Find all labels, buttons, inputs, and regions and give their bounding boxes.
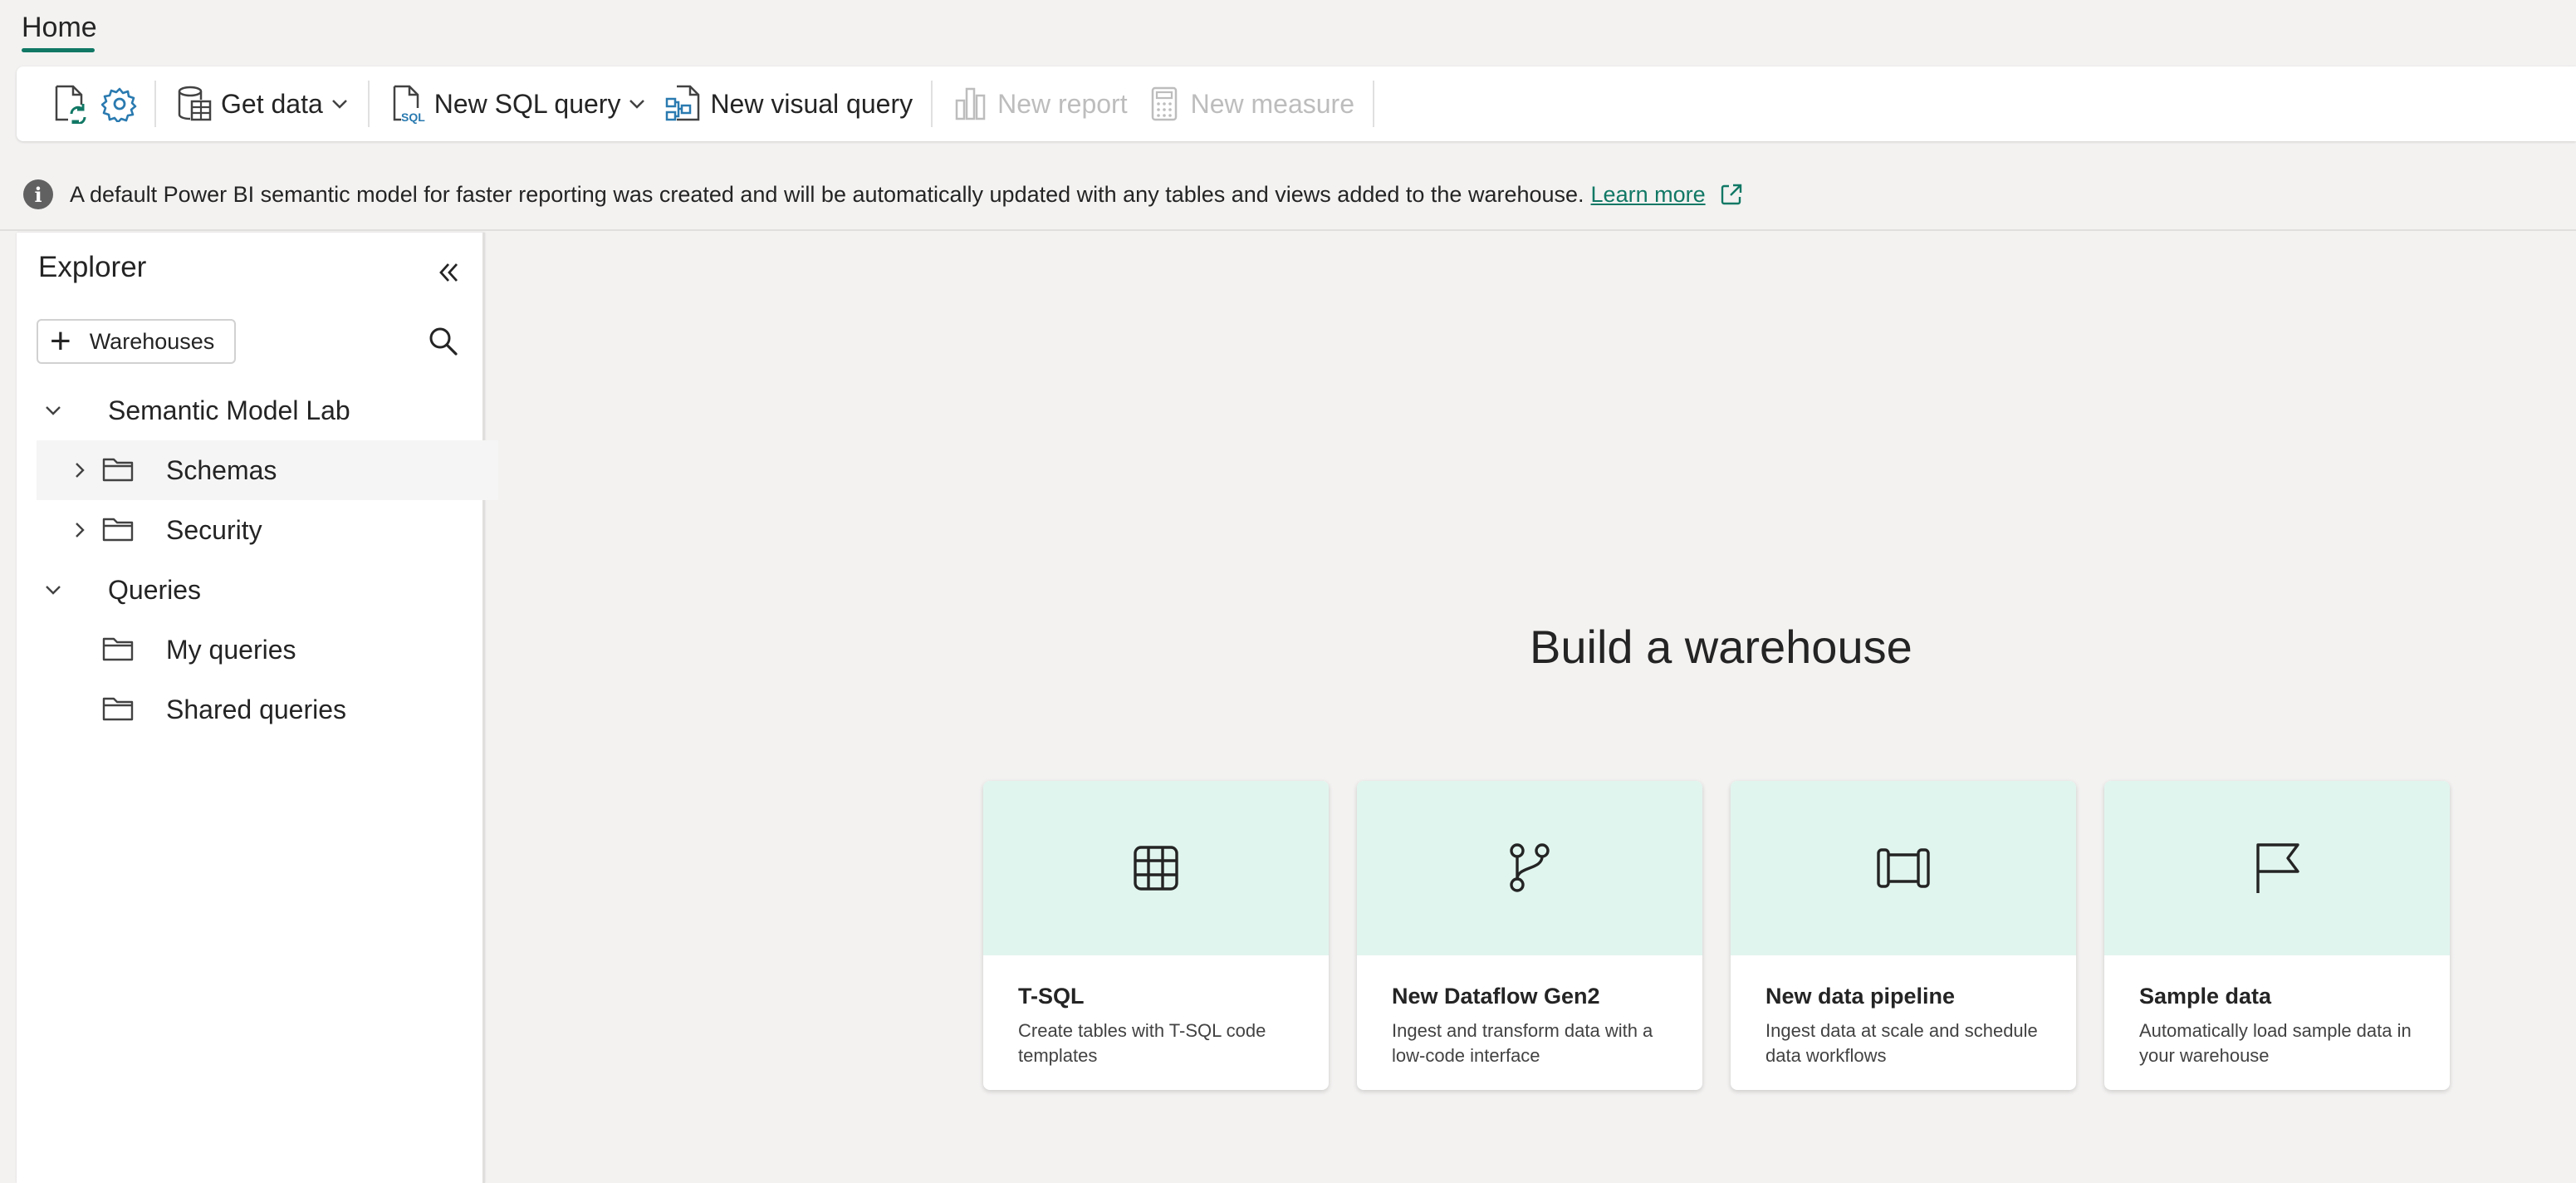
card-description: Create tables with T-SQL code templates: [1018, 1020, 1266, 1066]
card-title: T-SQL: [1018, 984, 1085, 1009]
card-banner: [1731, 781, 2076, 955]
chevron-down-icon: [46, 586, 61, 595]
refresh-button[interactable]: [45, 77, 95, 130]
divider: [0, 229, 2576, 231]
visual-query-icon: [664, 84, 703, 124]
tree-item-label: Shared queries: [166, 695, 347, 724]
dataflow-icon: [1510, 843, 1550, 892]
tree-item-label: Security: [166, 515, 262, 545]
sql-file-icon: SQL: [388, 84, 428, 124]
table-grid-icon: [1134, 846, 1178, 891]
add-warehouses-button[interactable]: + Warehouses: [37, 319, 236, 364]
card-description: Automatically load sample data in your w…: [2139, 1020, 2412, 1066]
refresh-document-icon: [50, 84, 90, 124]
ribbon-divider: [367, 81, 370, 127]
new-measure-label: New measure: [1190, 88, 1354, 119]
page-title: Build a warehouse: [1530, 621, 1912, 673]
new-sql-query-button[interactable]: SQL New SQL query: [380, 77, 656, 130]
explorer-tree: Semantic Model Lab Schemas Security Quer…: [37, 380, 498, 739]
get-data-button[interactable]: Get data: [166, 77, 358, 130]
tree-item-security[interactable]: Security: [37, 500, 498, 560]
card-banner: [983, 781, 1329, 955]
card-new-dataflow-gen2[interactable]: New Dataflow Gen2 Ingest and transform d…: [1357, 781, 1702, 1090]
ribbon-divider: [931, 81, 933, 127]
info-icon: i: [23, 179, 53, 209]
ribbon-divider: [154, 81, 156, 127]
external-link-icon[interactable]: [1719, 182, 1744, 207]
new-visual-query-button[interactable]: New visual query: [655, 77, 921, 130]
ribbon-toolbar: Get data SQL New SQL query New visual qu…: [17, 66, 2576, 141]
new-visual-query-label: New visual query: [710, 88, 913, 119]
card-t-sql[interactable]: T-SQL Create tables with T-SQL code temp…: [983, 781, 1329, 1090]
new-measure-button[interactable]: New measure: [1136, 77, 1363, 130]
info-message-text: A default Power BI semantic model for fa…: [70, 181, 1584, 207]
plus-icon: +: [50, 321, 71, 361]
chevron-down-icon: [331, 100, 347, 109]
collapse-panel-icon[interactable]: [432, 256, 465, 289]
tree-item-label: Schemas: [166, 455, 277, 485]
settings-button[interactable]: [95, 77, 144, 130]
tree-item-queries[interactable]: Queries: [37, 560, 498, 620]
ribbon-divider: [1373, 81, 1374, 127]
info-message-bar: i A default Power BI semantic model for …: [23, 176, 1744, 213]
new-sql-query-label: New SQL query: [433, 88, 621, 119]
svg-text:SQL: SQL: [401, 110, 425, 124]
database-table-icon: [174, 84, 214, 124]
calculator-icon: [1144, 84, 1184, 124]
card-new-data-pipeline[interactable]: New data pipeline Ingest data at scale a…: [1731, 781, 2076, 1090]
card-sample-data[interactable]: Sample data Automatically load sample da…: [2104, 781, 2450, 1090]
tree-item-semantic-model-lab[interactable]: Semantic Model Lab: [37, 380, 498, 440]
explorer-title: Explorer: [38, 251, 147, 283]
new-report-button[interactable]: New report: [943, 77, 1136, 130]
flag-icon: [2256, 843, 2299, 893]
tree-item-shared-queries[interactable]: Shared queries: [37, 680, 498, 739]
tab-home-indicator: [22, 48, 95, 52]
folder-icon: [102, 518, 134, 542]
card-title: Sample data: [2139, 984, 2272, 1009]
learn-more-link[interactable]: Learn more: [1591, 182, 1706, 208]
search-icon[interactable]: [424, 322, 462, 361]
card-description: Ingest data at scale and schedule data w…: [1765, 1020, 2038, 1066]
get-data-label: Get data: [221, 88, 323, 119]
tree-item-schemas[interactable]: Schemas: [37, 440, 498, 500]
gear-icon: [100, 84, 140, 124]
card-description: Ingest and transform data with a low-cod…: [1392, 1020, 1653, 1066]
tab-bar: Home: [0, 0, 2576, 60]
chevron-right-icon: [76, 463, 85, 478]
chevron-down-icon: [629, 100, 645, 109]
tree-item-label: My queries: [166, 635, 296, 665]
card-banner: [1357, 781, 1702, 955]
new-report-label: New report: [997, 88, 1128, 119]
add-warehouses-label: Warehouses: [89, 328, 215, 354]
explorer-panel: Explorer + Warehouses Semantic Model Lab: [17, 233, 498, 1183]
tree-item-label: Queries: [108, 575, 202, 605]
card-title: New Dataflow Gen2: [1392, 984, 1600, 1009]
folder-icon: [102, 637, 134, 661]
tree-item-label: Semantic Model Lab: [108, 395, 350, 425]
chevron-down-icon: [46, 406, 61, 415]
card-banner: [2104, 781, 2450, 955]
card-title: New data pipeline: [1765, 984, 1956, 1009]
chevron-right-icon: [76, 523, 85, 538]
bar-chart-icon: [951, 84, 991, 124]
tree-item-my-queries[interactable]: My queries: [37, 620, 498, 680]
pipeline-icon: [1877, 848, 1930, 888]
folder-icon: [102, 458, 134, 482]
folder-icon: [102, 697, 134, 721]
